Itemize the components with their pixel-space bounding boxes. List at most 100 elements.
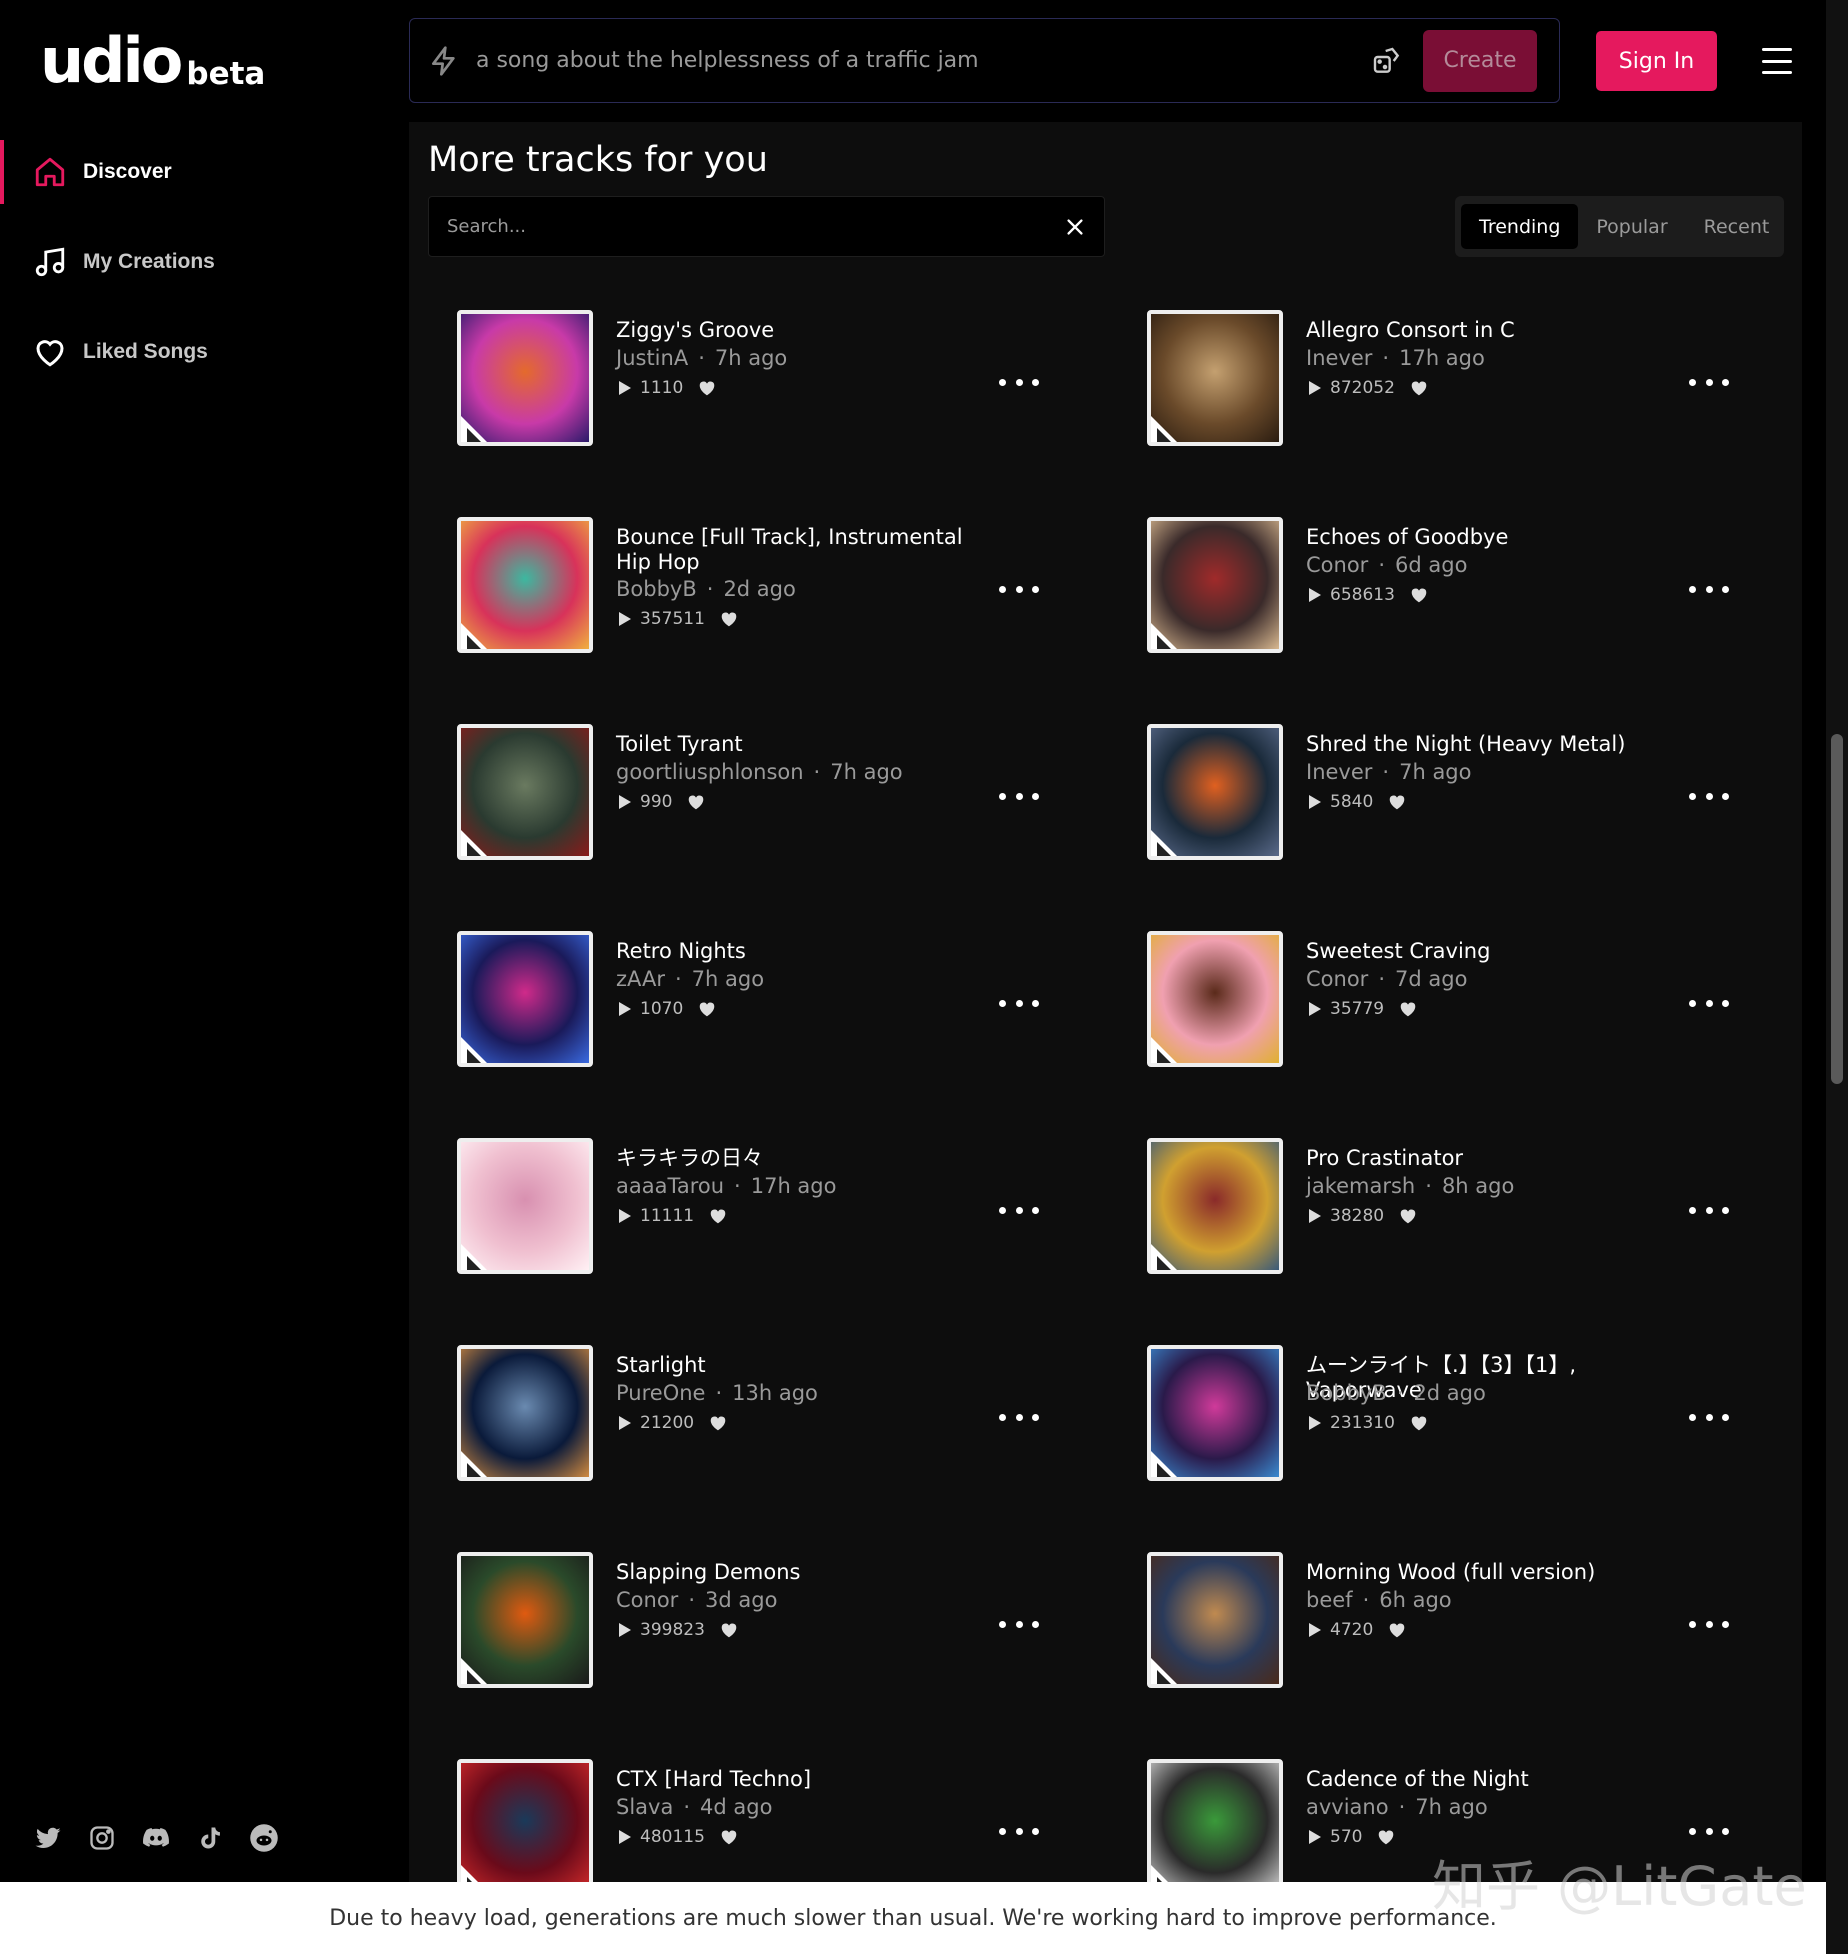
more-options-icon[interactable]	[1689, 579, 1729, 599]
track-cover-art[interactable]	[457, 931, 593, 1067]
track-item[interactable]: Allegro Consort in C Inever · 17h ago 8720…	[1147, 310, 1787, 450]
more-options-icon[interactable]	[1689, 1200, 1729, 1220]
play-icon[interactable]	[1306, 1414, 1324, 1432]
sign-in-button[interactable]: Sign In	[1596, 31, 1717, 91]
heart-icon[interactable]	[1387, 1620, 1407, 1640]
more-options-icon[interactable]	[1689, 993, 1729, 1013]
dice-icon[interactable]	[1369, 43, 1405, 79]
heart-icon[interactable]	[719, 1620, 739, 1640]
instagram-icon[interactable]	[86, 1822, 118, 1854]
twitter-icon[interactable]	[32, 1822, 64, 1854]
discord-icon[interactable]	[140, 1822, 172, 1854]
play-icon[interactable]	[616, 1414, 634, 1432]
track-cover-art[interactable]	[1147, 1138, 1283, 1274]
heart-icon[interactable]	[719, 609, 739, 629]
play-icon[interactable]	[1306, 1828, 1324, 1846]
play-icon[interactable]	[616, 610, 634, 628]
track-author[interactable]: aaaaTarou	[616, 1174, 724, 1198]
track-item[interactable]: Sweetest Craving Conor · 7d ago 35779	[1147, 931, 1787, 1071]
track-cover-art[interactable]	[457, 1552, 593, 1688]
track-author[interactable]: Conor	[1306, 553, 1368, 577]
track-author[interactable]: PureOne	[616, 1381, 705, 1405]
track-title[interactable]: Slapping Demons	[616, 1560, 976, 1585]
play-icon[interactable]	[616, 1828, 634, 1846]
track-cover-art[interactable]	[1147, 1759, 1283, 1882]
play-icon[interactable]	[616, 793, 634, 811]
track-cover-art[interactable]	[457, 1759, 593, 1882]
track-title[interactable]: CTX [Hard Techno]	[616, 1767, 976, 1792]
udio-logo[interactable]: udio beta	[40, 30, 265, 93]
track-item[interactable]: ムーンライト【.】【3】【1】, Vaporwave BobbyB · 2d ago…	[1147, 1345, 1787, 1485]
track-title[interactable]: Retro Nights	[616, 939, 976, 964]
heart-icon[interactable]	[1409, 378, 1429, 398]
track-title[interactable]: Pro Crastinator	[1306, 1146, 1666, 1171]
track-title[interactable]: Ziggy's Groove	[616, 318, 976, 343]
more-options-icon[interactable]	[1689, 1821, 1729, 1841]
sidebar-item-liked-songs[interactable]: Liked Songs	[0, 320, 408, 384]
prompt-input[interactable]: a song about the helplessness of a traff…	[476, 48, 1369, 73]
sidebar-item-discover[interactable]: Discover	[0, 140, 408, 204]
close-icon[interactable]	[1060, 212, 1090, 242]
track-item[interactable]: Ziggy's Groove JustinA · 7h ago 1110	[457, 310, 1097, 450]
heart-icon[interactable]	[1409, 585, 1429, 605]
track-title[interactable]: Echoes of Goodbye	[1306, 525, 1666, 550]
track-author[interactable]: zAAr	[616, 967, 665, 991]
tab-trending[interactable]: Trending	[1461, 204, 1579, 249]
track-item[interactable]: キラキラの日々 aaaaTarou · 17h ago 11111	[457, 1138, 1097, 1278]
hamburger-menu-icon[interactable]	[1760, 44, 1794, 78]
track-author[interactable]: BobbyB	[616, 577, 697, 601]
tiktok-icon[interactable]	[194, 1822, 226, 1854]
track-item[interactable]: Slapping Demons Conor · 3d ago 399823	[457, 1552, 1097, 1692]
play-icon[interactable]	[616, 1000, 634, 1018]
track-item[interactable]: Toilet Tyrant goortliusphlonson · 7h ago 9…	[457, 724, 1097, 864]
search-input[interactable]	[447, 216, 1060, 237]
track-title[interactable]: Bounce [Full Track], Instrumental Hip Ho…	[616, 525, 976, 575]
track-cover-art[interactable]	[457, 310, 593, 446]
create-button[interactable]: Create	[1423, 29, 1537, 92]
play-icon[interactable]	[1306, 1207, 1324, 1225]
reddit-icon[interactable]	[248, 1822, 280, 1854]
track-title[interactable]: Cadence of the Night	[1306, 1767, 1666, 1792]
more-options-icon[interactable]	[999, 993, 1039, 1013]
track-author[interactable]: avviano	[1306, 1795, 1389, 1819]
track-cover-art[interactable]	[457, 1138, 593, 1274]
more-options-icon[interactable]	[999, 1821, 1039, 1841]
track-cover-art[interactable]	[1147, 517, 1283, 653]
track-cover-art[interactable]	[457, 517, 593, 653]
track-author[interactable]: Conor	[616, 1588, 678, 1612]
more-options-icon[interactable]	[1689, 1407, 1729, 1427]
track-cover-art[interactable]	[1147, 931, 1283, 1067]
track-item[interactable]: Retro Nights zAAr · 7h ago 1070	[457, 931, 1097, 1071]
heart-icon[interactable]	[719, 1827, 739, 1847]
heart-icon[interactable]	[697, 999, 717, 1019]
play-icon[interactable]	[616, 379, 634, 397]
play-icon[interactable]	[616, 1207, 634, 1225]
track-title[interactable]: Starlight	[616, 1353, 976, 1378]
track-title[interactable]: Toilet Tyrant	[616, 732, 976, 757]
more-options-icon[interactable]	[999, 1200, 1039, 1220]
track-item[interactable]: Morning Wood (full version) beef · 6h ago …	[1147, 1552, 1787, 1692]
heart-icon[interactable]	[708, 1206, 728, 1226]
more-options-icon[interactable]	[999, 786, 1039, 806]
track-cover-art[interactable]	[1147, 1552, 1283, 1688]
track-cover-art[interactable]	[457, 724, 593, 860]
heart-icon[interactable]	[1398, 999, 1418, 1019]
play-icon[interactable]	[1306, 586, 1324, 604]
track-item[interactable]: Echoes of Goodbye Conor · 6d ago 658613	[1147, 517, 1787, 657]
heart-icon[interactable]	[1398, 1206, 1418, 1226]
track-author[interactable]: Inever	[1306, 760, 1372, 784]
track-item[interactable]: Bounce [Full Track], Instrumental Hip Ho…	[457, 517, 1097, 657]
heart-icon[interactable]	[1409, 1413, 1429, 1433]
scrollbar[interactable]	[1826, 0, 1848, 1954]
more-options-icon[interactable]	[999, 1407, 1039, 1427]
track-author[interactable]: BobbyB	[1306, 1381, 1387, 1405]
sidebar-item-my-creations[interactable]: My Creations	[0, 230, 408, 294]
track-title[interactable]: Morning Wood (full version)	[1306, 1560, 1666, 1585]
more-options-icon[interactable]	[1689, 786, 1729, 806]
track-item[interactable]: CTX [Hard Techno] Slava · 4d ago 480115	[457, 1759, 1097, 1882]
track-title[interactable]: Sweetest Craving	[1306, 939, 1666, 964]
play-icon[interactable]	[1306, 379, 1324, 397]
heart-icon[interactable]	[686, 792, 706, 812]
track-item[interactable]: Pro Crastinator jakemarsh · 8h ago 38280	[1147, 1138, 1787, 1278]
track-cover-art[interactable]	[1147, 1345, 1283, 1481]
